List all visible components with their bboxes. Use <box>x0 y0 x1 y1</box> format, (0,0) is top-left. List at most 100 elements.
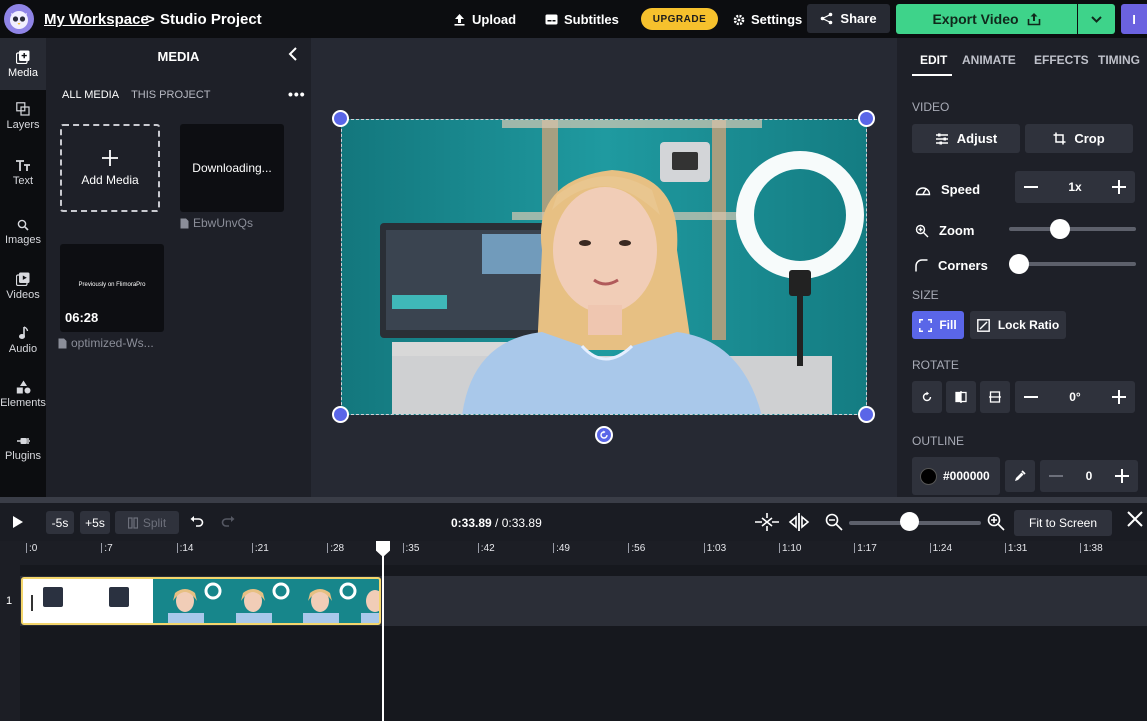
snap-button[interactable] <box>755 513 779 534</box>
split-button[interactable]: Split <box>115 511 179 534</box>
flip-vertical-button[interactable] <box>980 381 1010 413</box>
rail-item-images[interactable]: Images <box>0 206 46 258</box>
ruler-tick-label: :49 <box>556 543 570 554</box>
rotate-icon <box>600 430 608 439</box>
zoom-out-button[interactable] <box>825 513 843 534</box>
media-thumbnail[interactable]: Previously on FlimoraPro 06:28 <box>60 244 164 332</box>
resize-handle-bottom-left[interactable] <box>332 406 349 423</box>
export-video-button[interactable]: Export Video <box>896 4 1077 34</box>
zoom-slider[interactable] <box>1009 219 1136 239</box>
rail-label: Elements <box>0 396 46 409</box>
corners-slider[interactable] <box>1009 254 1136 274</box>
resize-handle-top-left[interactable] <box>332 110 349 127</box>
rail-label: Text <box>12 174 34 187</box>
rail-label: Videos <box>6 288 40 301</box>
media-item-name: EbwUnvQs <box>180 216 253 230</box>
sliders-icon <box>935 133 948 144</box>
tab-this-project[interactable]: THIS PROJECT <box>131 89 210 101</box>
rotate-handle[interactable] <box>595 426 613 444</box>
undo-button[interactable] <box>190 515 204 530</box>
tab-timing[interactable]: TIMING <box>1098 53 1140 67</box>
rotation-stepper[interactable]: 0° <box>1015 381 1135 413</box>
user-avatar[interactable]: I <box>1121 4 1147 34</box>
outline-width-stepper[interactable]: 0 <box>1040 460 1138 492</box>
app-logo[interactable] <box>4 4 34 34</box>
fill-button[interactable]: Fill <box>912 311 964 339</box>
settings-button[interactable]: Settings <box>733 12 802 27</box>
outline-increase-button[interactable] <box>1106 460 1138 492</box>
file-name: EbwUnvQs <box>193 216 254 230</box>
corners-slider-knob[interactable] <box>1009 254 1029 274</box>
rail-item-videos[interactable]: Videos <box>0 260 46 312</box>
eyedropper-button[interactable] <box>1005 460 1035 492</box>
skip-forward-button[interactable]: +5s <box>80 511 110 534</box>
timeline-clip[interactable] <box>21 577 381 625</box>
aspect-ratio-icon <box>976 318 990 332</box>
tab-effects[interactable]: EFFECTS <box>1034 53 1089 67</box>
media-thumbnail[interactable]: Downloading... <box>180 124 284 212</box>
subtitles-icon <box>545 14 558 25</box>
rail-item-layers[interactable]: Layers <box>0 90 46 142</box>
zoom-in-button[interactable] <box>987 513 1005 534</box>
close-timeline-button[interactable] <box>1127 511 1143 530</box>
rail-item-plugins[interactable]: Plugins <box>0 422 46 474</box>
playhead-line[interactable] <box>382 541 384 721</box>
play-button[interactable] <box>12 515 24 532</box>
timeline-toolbar: -5s +5s Split 0:33.89 / 0:33.89 Fit to S… <box>0 503 1147 541</box>
rail-item-audio[interactable]: Audio <box>0 314 46 366</box>
rail-item-elements[interactable]: Elements <box>0 368 46 420</box>
speed-stepper[interactable]: 1x <box>1015 171 1135 203</box>
tab-all-media[interactable]: ALL MEDIA <box>62 89 119 101</box>
zoom-label: Zoom <box>915 223 974 238</box>
skip-back-button[interactable]: -5s <box>46 511 74 534</box>
subtitles-button[interactable]: Subtitles <box>545 12 619 27</box>
rail-item-text[interactable]: Text <box>0 150 46 196</box>
ruler-tick-label: 1:31 <box>1007 543 1028 554</box>
split-marker-icon <box>788 513 810 531</box>
upload-label: Upload <box>472 12 517 27</box>
project-name[interactable]: Studio Project <box>160 11 262 28</box>
flip-horizontal-button[interactable] <box>946 381 976 413</box>
redo-button[interactable] <box>221 515 235 530</box>
zoom-slider-knob[interactable] <box>1049 219 1070 239</box>
upgrade-button[interactable]: UPGRADE <box>641 8 718 30</box>
video-preview[interactable] <box>341 119 867 415</box>
time-ruler[interactable]: :0:7:14:21:28:35:42:49:56 1:03 1:10 1:17 1:2… <box>20 541 1147 565</box>
workspace-link[interactable]: My Workspace <box>44 11 149 28</box>
rotate-button[interactable] <box>912 381 942 413</box>
layers-icon <box>16 101 30 116</box>
minus-icon <box>1024 186 1038 188</box>
adjust-button[interactable]: Adjust <box>912 124 1020 153</box>
crop-button[interactable]: Crop <box>1025 124 1133 153</box>
tab-animate[interactable]: ANIMATE <box>962 53 1016 67</box>
tab-edit[interactable]: EDIT <box>920 53 947 67</box>
more-options-button[interactable]: ••• <box>288 86 306 102</box>
fit-to-screen-button[interactable]: Fit to Screen <box>1014 510 1112 536</box>
split-at-playhead-button[interactable] <box>788 513 810 534</box>
resize-handle-top-right[interactable] <box>858 110 875 127</box>
outline-decrease-button[interactable] <box>1040 460 1072 492</box>
section-video: VIDEO <box>912 100 950 114</box>
subtitles-label: Subtitles <box>564 12 619 27</box>
rotation-increase-button[interactable] <box>1103 381 1135 413</box>
timeline-zoom-knob[interactable] <box>899 512 919 531</box>
speed-increase-button[interactable] <box>1103 171 1135 203</box>
ruler-tick-label: :14 <box>179 543 194 554</box>
speed-decrease-button[interactable] <box>1015 171 1047 203</box>
panel-title: MEDIA <box>157 49 200 64</box>
export-options-dropdown[interactable] <box>1078 4 1115 34</box>
upload-button[interactable]: Upload <box>453 12 516 27</box>
play-icon <box>13 516 23 528</box>
chevron-left-icon <box>288 47 297 61</box>
lock-ratio-button[interactable]: Lock Ratio <box>970 311 1066 339</box>
outline-color-picker[interactable]: #000000 <box>912 457 1000 495</box>
section-outline: OUTLINE <box>912 434 965 448</box>
collapse-panel-button[interactable] <box>286 46 300 65</box>
rotation-decrease-button[interactable] <box>1015 381 1047 413</box>
ruler-tick-label: :56 <box>631 543 646 554</box>
add-media-button[interactable]: Add Media <box>60 124 160 212</box>
rail-item-media[interactable]: Media <box>0 38 46 90</box>
share-button[interactable]: Share <box>807 4 890 33</box>
resize-handle-bottom-right[interactable] <box>858 406 875 423</box>
video-frame-illustration <box>342 120 866 414</box>
